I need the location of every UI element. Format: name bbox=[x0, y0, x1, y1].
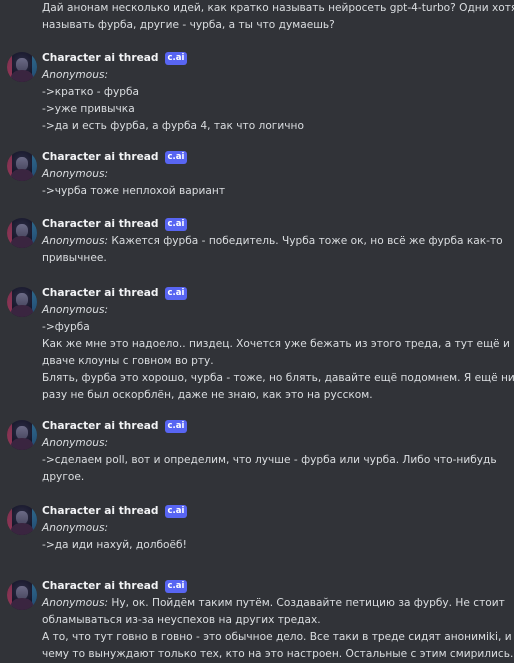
message-body: Anonymous: ->чурба тоже неплохой вариант bbox=[42, 166, 504, 200]
intro-line: Дай анонам несколько идей, как кратко на… bbox=[42, 2, 514, 14]
avatar[interactable] bbox=[7, 420, 37, 450]
message-header: Character ai thread c.ai bbox=[42, 418, 188, 435]
username[interactable]: Character ai thread bbox=[42, 503, 159, 520]
message-text: Кажется фурба - победитель. Чурба тоже о… bbox=[108, 235, 503, 247]
app-badge: c.ai bbox=[164, 580, 188, 593]
message-header: Character ai thread c.ai bbox=[42, 149, 188, 166]
app-badge: c.ai bbox=[164, 420, 188, 433]
username[interactable]: Character ai thread bbox=[42, 50, 159, 67]
username[interactable]: Character ai thread bbox=[42, 216, 159, 233]
message-body: Anonymous: ->да иди нахуй, долбоёб! bbox=[42, 520, 504, 554]
message-body: Anonymous: Кажется фурба - победитель. Ч… bbox=[42, 233, 504, 267]
message-header: Character ai thread c.ai bbox=[42, 216, 188, 233]
author-label: Anonymous: bbox=[42, 597, 109, 609]
author-label: Anonymous: bbox=[42, 437, 109, 449]
app-badge: c.ai bbox=[164, 505, 188, 518]
username[interactable]: Character ai thread bbox=[42, 285, 159, 302]
message-text: разу не был оскорблён, даже не знаю, как… bbox=[42, 389, 373, 401]
message-text: ->сделаем poll, вот и определим, что луч… bbox=[42, 454, 497, 466]
avatar[interactable] bbox=[7, 287, 37, 317]
message-body: Anonymous: ->сделаем poll, вот и определ… bbox=[42, 435, 504, 486]
message-text: Как же мне это надоело.. пиздец. Хочется… bbox=[42, 338, 514, 350]
message-header: Character ai thread c.ai bbox=[42, 503, 188, 520]
author-label: Anonymous: bbox=[42, 168, 109, 180]
app-badge: c.ai bbox=[164, 52, 188, 65]
app-badge: c.ai bbox=[164, 151, 188, 164]
message-text: ->чурба тоже неплохой вариант bbox=[42, 185, 225, 197]
author-label: Anonymous: bbox=[42, 69, 109, 81]
message-text: обламываться из-за неуспехов на других т… bbox=[42, 614, 321, 626]
message-text: чему то вынуждают только тех, кто на это… bbox=[42, 648, 514, 660]
message-text: Блять, фурба это хорошо, чурба - тоже, н… bbox=[42, 372, 514, 384]
message-body: Anonymous: ->фурба Как же мне это надоел… bbox=[42, 302, 514, 404]
message-text: привычнее. bbox=[42, 252, 107, 264]
author-label: Anonymous: bbox=[42, 522, 109, 534]
message-text: Ну, ок. Пойдём таким путём. Создавайте п… bbox=[108, 597, 505, 609]
message-text: другое. bbox=[42, 471, 85, 483]
message-text: ->да и есть фурба, а фурба 4, так что ло… bbox=[42, 120, 304, 132]
avatar[interactable] bbox=[7, 151, 37, 181]
avatar[interactable] bbox=[7, 218, 37, 248]
intro-line: называть фурба, другие - чурба, а ты что… bbox=[42, 19, 335, 31]
author-label: Anonymous: bbox=[42, 304, 109, 316]
message-text: А то, что тут говно в говно - это обычно… bbox=[42, 631, 514, 643]
username[interactable]: Character ai thread bbox=[42, 418, 159, 435]
message-header: Character ai thread c.ai bbox=[42, 285, 188, 302]
username[interactable]: Character ai thread bbox=[42, 149, 159, 166]
message-text: ->кратко - фурба bbox=[42, 86, 139, 98]
avatar[interactable] bbox=[7, 505, 37, 535]
message-body: Anonymous: ->кратко - фурба ->уже привыч… bbox=[42, 67, 504, 135]
app-badge: c.ai bbox=[164, 287, 188, 300]
message-body: Anonymous: Ну, ок. Пойдём таким путём. С… bbox=[42, 595, 514, 663]
message-text: ->фурба bbox=[42, 321, 90, 333]
author-label: Anonymous: bbox=[42, 235, 109, 247]
message-header: Character ai thread c.ai bbox=[42, 578, 188, 595]
app-badge: c.ai bbox=[164, 218, 188, 231]
message-text: ->уже привычка bbox=[42, 103, 135, 115]
avatar[interactable] bbox=[7, 580, 37, 610]
message-text: ->да иди нахуй, долбоёб! bbox=[42, 539, 187, 551]
intro-message: Дай анонам несколько идей, как кратко на… bbox=[42, 0, 514, 34]
username[interactable]: Character ai thread bbox=[42, 578, 159, 595]
message-text: дваче клоуны с говном во рту. bbox=[42, 355, 214, 367]
message-header: Character ai thread c.ai bbox=[42, 50, 188, 67]
avatar[interactable] bbox=[7, 52, 37, 82]
